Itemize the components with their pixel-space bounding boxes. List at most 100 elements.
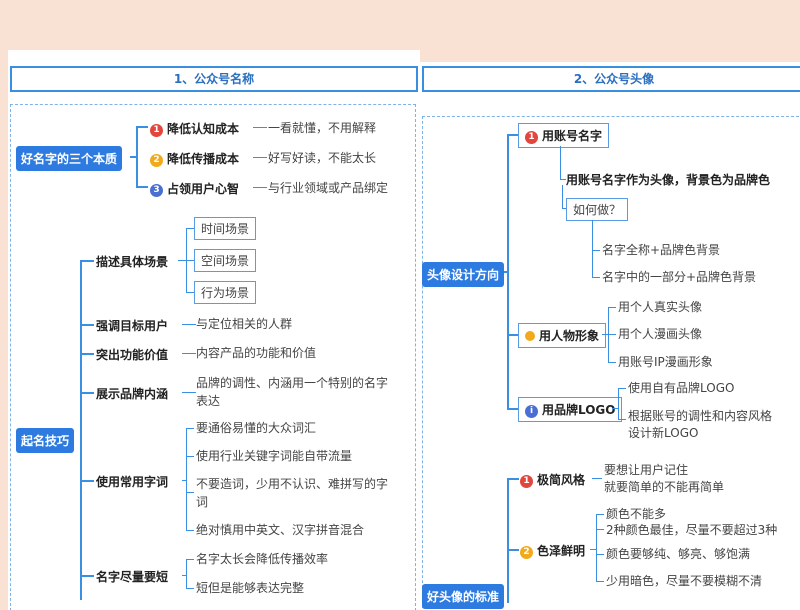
standard-connector xyxy=(507,478,519,480)
words-connector xyxy=(182,480,187,481)
number-1-icon: 1 xyxy=(150,124,163,137)
short-connector xyxy=(182,575,187,576)
person-item: 用个人真实头像 xyxy=(618,300,703,314)
scene-connector xyxy=(186,260,194,261)
person-connector xyxy=(608,307,609,363)
account-name-node: 1 用账号名字 xyxy=(518,123,610,148)
color-connector xyxy=(596,581,604,582)
function-connector xyxy=(182,353,196,354)
panel1-header: 1、公众号名称 xyxy=(10,66,418,92)
words-item-wrap: 词 xyxy=(196,495,209,509)
short-connector xyxy=(186,588,194,589)
words-connector xyxy=(186,428,194,429)
person-node: 用人物形象 xyxy=(518,323,607,348)
person-connector xyxy=(608,307,616,308)
essence-connector xyxy=(253,157,267,158)
person-icon xyxy=(525,331,535,341)
tips-connector xyxy=(80,353,94,355)
logo-connector xyxy=(618,419,626,420)
color-item: 2种颜色最佳，尽量不要超过3种 xyxy=(606,523,778,537)
scene-behavior-box: 行为场景 xyxy=(194,281,257,304)
color-node: 2 色泽鲜明 xyxy=(520,542,585,559)
number-3-icon: 3 xyxy=(150,184,163,197)
logo-badge-icon: i xyxy=(525,405,538,418)
essence-desc-3: 与行业领域或产品绑定 xyxy=(268,181,389,195)
words-connector xyxy=(186,456,194,457)
color-connector xyxy=(590,549,596,550)
panel-account-name: 1、公众号名称 好名字的三个本质 1 降低认知成本 一看就懂，不用解释 2 降低传播… xyxy=(8,50,420,610)
essence-connector xyxy=(130,156,138,158)
person-connector xyxy=(608,362,616,363)
how-to-box: 如何做？ xyxy=(566,198,629,221)
standard-connector xyxy=(507,549,519,551)
brand-title: 展示品牌内涵 xyxy=(96,387,169,401)
how-connector xyxy=(592,277,600,278)
scene-connector xyxy=(186,228,194,229)
essence-desc-1: 一看就懂，不用解释 xyxy=(268,121,377,135)
essence-item-3: 3 占领用户心智 xyxy=(150,180,239,197)
how-item: 名字中的一部分+品牌色背景 xyxy=(602,270,757,284)
essence-connector xyxy=(253,187,267,188)
number-2-icon: 2 xyxy=(150,154,163,167)
simple-desc-line2: 就要简单的不能再简单 xyxy=(604,480,725,494)
words-item: 要通俗易懂的大众词汇 xyxy=(196,421,317,435)
account-connector xyxy=(562,185,563,208)
color-connector xyxy=(596,514,597,582)
brand-desc-line2: 表达 xyxy=(196,394,221,408)
number-1-icon: 1 xyxy=(525,131,538,144)
account-connector xyxy=(560,146,561,179)
words-item: 绝对慎用中英文、汉字拼音混合 xyxy=(196,523,365,537)
tips-connector xyxy=(80,480,94,482)
target-desc: 与定位相关的人群 xyxy=(196,317,293,331)
tips-connector xyxy=(80,260,82,600)
scene-connector xyxy=(178,260,186,261)
essence-connector xyxy=(136,186,148,188)
essence-connector xyxy=(253,127,267,128)
number-1-icon: 1 xyxy=(520,475,533,488)
logo-connector xyxy=(618,388,619,420)
scene-title: 描述具体场景 xyxy=(96,255,169,269)
color-connector xyxy=(596,514,604,515)
essence-item-1: 1 降低认知成本 xyxy=(150,120,239,137)
essence-item-2: 2 降低传播成本 xyxy=(150,150,239,167)
target-title: 强调目标用户 xyxy=(96,319,169,333)
color-item: 少用暗色，尽量不要模糊不清 xyxy=(606,574,763,588)
short-item: 名字太长会降低传播效率 xyxy=(196,552,329,566)
account-desc: 用账号名字作为头像，背景色为品牌色 xyxy=(566,173,771,187)
tips-node: 起名技巧 xyxy=(16,428,75,453)
short-connector xyxy=(186,559,194,560)
how-connector xyxy=(592,220,593,277)
logo-item: 使用自有品牌LOGO xyxy=(628,381,735,395)
direction-node: 头像设计方向 xyxy=(422,262,505,287)
words-item: 不要造词，少用不认识、难拼写的字 xyxy=(196,477,389,491)
function-desc: 内容产品的功能和价值 xyxy=(196,346,317,360)
person-item: 用账号IP漫画形象 xyxy=(618,355,713,369)
tips-connector xyxy=(80,392,94,394)
logo-item-wrap: 设计新LOGO xyxy=(628,426,699,440)
scene-time-box: 时间场景 xyxy=(194,217,257,240)
number-2-icon: 2 xyxy=(520,546,533,559)
brand-connector xyxy=(182,392,196,393)
simple-style-node: 1 极简风格 xyxy=(520,471,585,488)
standard-node: 好头像的标准 xyxy=(422,584,505,609)
short-title: 名字尽量要短 xyxy=(96,570,169,584)
scene-connector xyxy=(186,292,194,293)
essence-connector xyxy=(136,126,148,128)
color-connector xyxy=(596,554,604,555)
person-item: 用个人漫画头像 xyxy=(618,327,703,341)
logo-connector xyxy=(618,388,626,389)
short-item: 短但是能够表达完整 xyxy=(196,581,305,595)
target-connector xyxy=(182,324,196,325)
brand-desc-line1: 品牌的调性、内涵用一个特别的名字 xyxy=(196,376,389,390)
scene-space-box: 空间场景 xyxy=(194,249,257,272)
color-item: 颜色不能多 xyxy=(606,507,667,521)
words-connector xyxy=(186,530,194,531)
color-item: 颜色要够纯、够亮、够饱满 xyxy=(606,547,751,561)
essence-desc-2: 好写好读，不能太长 xyxy=(268,151,377,165)
words-item: 使用行业关键字词能自带流量 xyxy=(196,449,353,463)
how-connector xyxy=(592,250,600,251)
words-connector xyxy=(186,492,194,493)
logo-node: i 用品牌LOGO xyxy=(518,397,623,422)
words-title: 使用常用字词 xyxy=(96,475,169,489)
logo-connector xyxy=(612,408,618,409)
